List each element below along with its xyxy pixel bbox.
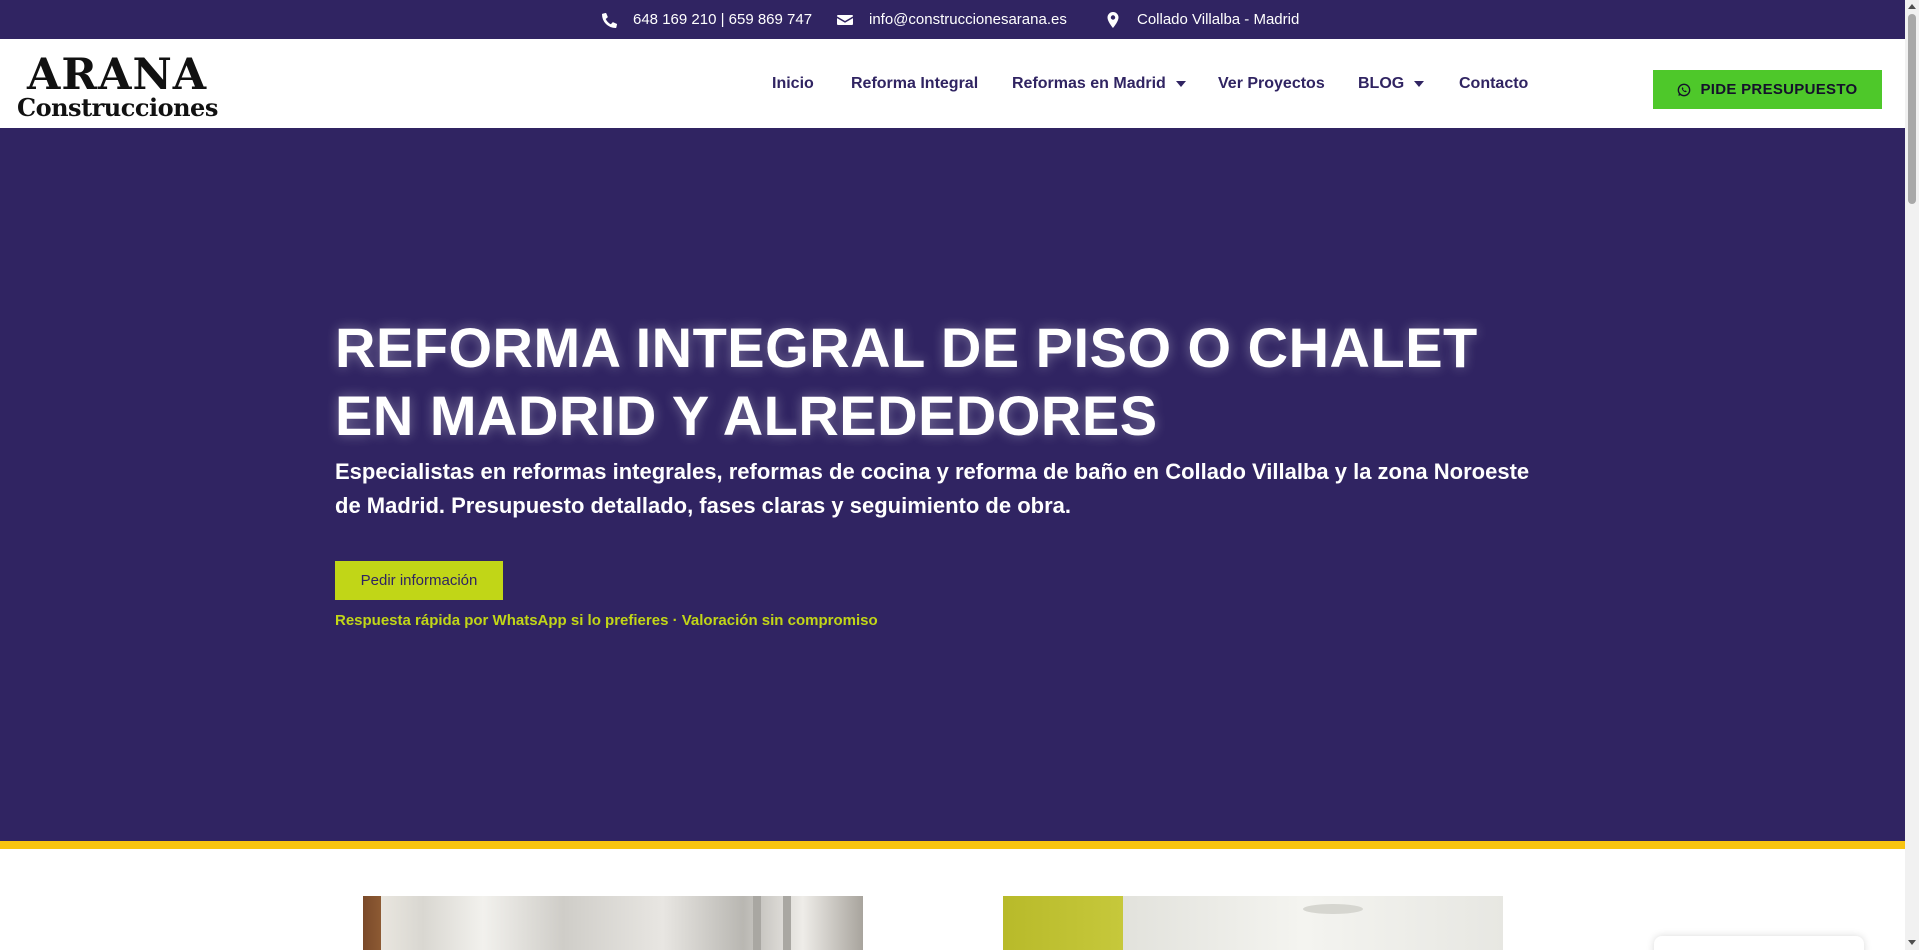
hero-divider-stripe	[0, 841, 1905, 849]
hero-section: REFORMA INTEGRAL DE PISO O CHALET EN MAD…	[0, 128, 1905, 841]
topbar-location: Collado Villalba - Madrid	[1105, 0, 1299, 39]
topbar-email-text: info@construccionesarana.es	[869, 11, 1067, 28]
ceiling-lamp	[1303, 904, 1363, 914]
hero-title: REFORMA INTEGRAL DE PISO O CHALET EN MAD…	[335, 316, 1478, 447]
topbar-phone-text: 648 169 210 | 659 869 747	[633, 11, 813, 28]
top-contact-bar: 648 169 210 | 659 869 747 info@construcc…	[0, 0, 1905, 39]
nav-item-inicio[interactable]: Inicio	[772, 39, 814, 128]
scroll-thumb[interactable]	[1908, 14, 1916, 204]
site-logo[interactable]: ARANA Construcciones	[17, 50, 218, 122]
nav-item-contacto[interactable]: Contacto	[1459, 39, 1528, 128]
site-header: ARANA Construcciones Inicio Reforma Inte…	[0, 39, 1905, 128]
nav-item-label: Ver Proyectos	[1218, 74, 1325, 92]
nav-item-label: Contacto	[1459, 74, 1529, 92]
project-image-bathroom[interactable]	[363, 896, 863, 950]
nav-item-label: BLOG	[1358, 74, 1405, 92]
project-image-kitchen[interactable]	[1003, 896, 1503, 950]
hero-note: Respuesta rápida por WhatsApp si lo pref…	[335, 612, 878, 629]
topbar-phone[interactable]: 648 169 210 | 659 869 747	[601, 0, 812, 39]
phone-icon	[601, 12, 617, 28]
topbar-location-text: Collado Villalba - Madrid	[1137, 11, 1300, 28]
pide-presupuesto-button[interactable]: PIDE PRESUPUESTO	[1653, 70, 1882, 109]
towel-rail	[753, 896, 761, 950]
scroll-down-arrow-icon[interactable]	[1908, 940, 1916, 945]
towel-rail	[783, 896, 791, 950]
nav-item-reforma-integral[interactable]: Reforma Integral	[851, 39, 978, 128]
pedir-informacion-button[interactable]: Pedir información	[335, 561, 503, 600]
nav-item-reformas-en-madrid[interactable]: Reformas en Madrid	[1012, 39, 1186, 128]
caret-down-icon	[1175, 80, 1186, 87]
cta-label: PIDE PRESUPUESTO	[1700, 81, 1858, 98]
scroll-up-arrow-icon[interactable]	[1908, 4, 1916, 9]
logo-line-2: Construcciones	[17, 93, 218, 122]
caret-down-icon	[1414, 80, 1425, 87]
map-marker-icon	[1107, 11, 1119, 28]
nav-item-label: Reforma Integral	[851, 74, 979, 92]
nav-item-ver-proyectos[interactable]: Ver Proyectos	[1218, 39, 1325, 128]
chat-widget[interactable]	[1654, 936, 1864, 950]
nav-item-label: Reformas en Madrid	[1012, 74, 1166, 92]
envelope-icon	[837, 14, 853, 25]
whatsapp-icon	[1678, 83, 1691, 96]
page-scrollbar[interactable]	[1905, 0, 1919, 950]
nav-item-label: Inicio	[772, 74, 814, 92]
hero-subtitle: Especialistas en reformas integrales, re…	[335, 459, 1530, 518]
topbar-email[interactable]: info@construccionesarana.es	[837, 0, 1067, 39]
nav-item-blog[interactable]: BLOG	[1358, 39, 1425, 128]
projects-section	[0, 849, 1905, 950]
